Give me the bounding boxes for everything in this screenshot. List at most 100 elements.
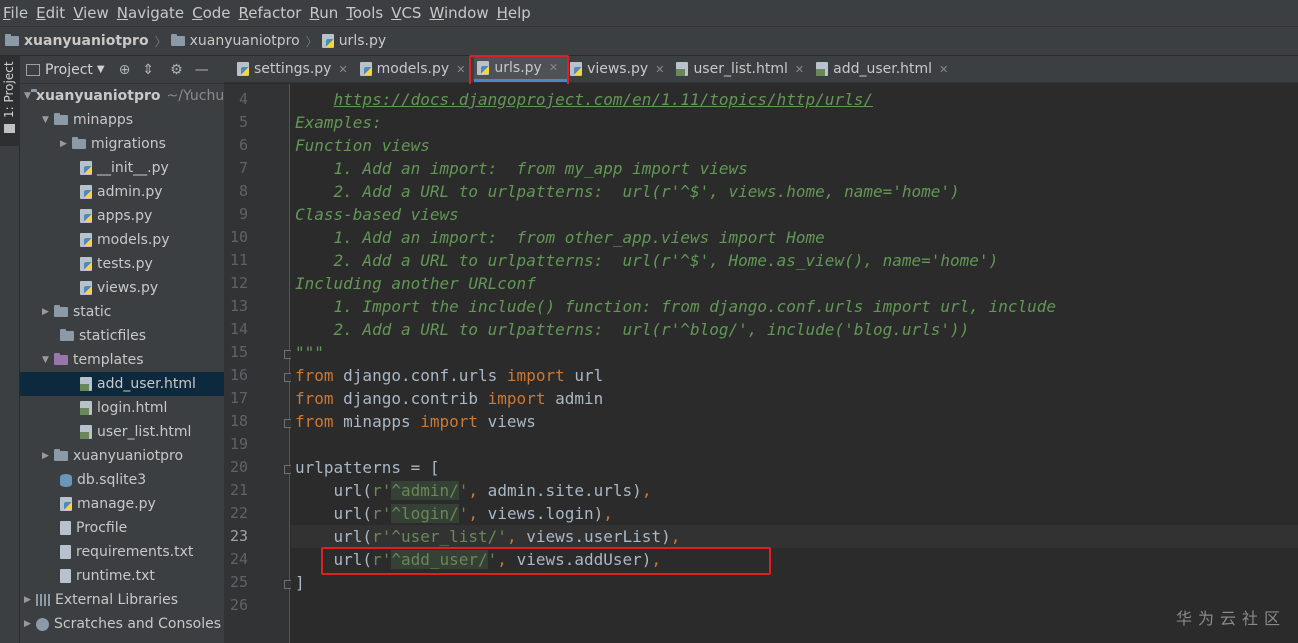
folder-icon bbox=[54, 305, 68, 317]
folder-icon bbox=[54, 449, 68, 461]
menu-refactor[interactable]: Refactor bbox=[236, 4, 307, 22]
close-icon[interactable]: ✕ bbox=[795, 63, 804, 76]
menu-file[interactable]: File bbox=[0, 4, 33, 22]
tree-item-label: requirements.txt bbox=[76, 544, 194, 560]
watermark: 华为云社区 bbox=[1175, 609, 1286, 628]
project-tool-window-button[interactable]: 1: Project bbox=[0, 56, 20, 146]
line-number: 24 bbox=[229, 550, 248, 568]
breadcrumb-file[interactable]: urls.py bbox=[321, 33, 386, 49]
tree-item-procfile[interactable]: Procfile bbox=[20, 516, 224, 540]
project-panel: Project ▼ ⊕ ⇕ ⚙ — ▼ xuanyuaniotpro ~/Yuc… bbox=[20, 56, 224, 643]
tree-item-views-py[interactable]: views.py bbox=[20, 276, 224, 300]
tree-item-migrations[interactable]: ▶ migrations bbox=[20, 132, 224, 156]
tree-item-external-libraries[interactable]: ▶ External Libraries bbox=[20, 588, 224, 612]
tree-item-minapps[interactable]: ▼ minapps bbox=[20, 108, 224, 132]
string-token: r' bbox=[372, 527, 392, 546]
tree-item-scratches[interactable]: ▶ Scratches and Consoles bbox=[20, 612, 224, 636]
tree-item-static[interactable]: ▶ static bbox=[20, 300, 224, 324]
chevron-right-icon[interactable]: ▶ bbox=[24, 595, 36, 605]
tab-label: settings.py bbox=[254, 61, 332, 77]
close-icon[interactable]: ✕ bbox=[549, 61, 558, 74]
tree-item-add-user-html[interactable]: add_user.html bbox=[20, 372, 224, 396]
menu-edit[interactable]: Edit bbox=[33, 4, 70, 22]
tree-item-models-py[interactable]: models.py bbox=[20, 228, 224, 252]
close-icon[interactable]: ✕ bbox=[456, 63, 465, 76]
menu-code[interactable]: Code bbox=[189, 4, 235, 22]
code-line: 1. Add an import: from my_app import vie… bbox=[295, 159, 748, 178]
menu-run[interactable]: Run bbox=[306, 4, 343, 22]
tree-item-templates[interactable]: ▼ templates bbox=[20, 348, 224, 372]
tree-item-xuanyuaniotpro[interactable]: ▶ xuanyuaniotpro bbox=[20, 444, 224, 468]
tree-item-db-sqlite3[interactable]: db.sqlite3 bbox=[20, 468, 224, 492]
tree-item-label: db.sqlite3 bbox=[77, 472, 147, 488]
minimize-icon[interactable]: — bbox=[195, 62, 209, 78]
tree-item-label: runtime.txt bbox=[76, 568, 155, 584]
chevron-right-icon[interactable]: ▶ bbox=[42, 307, 54, 317]
editor-tab-bar: settings.py ✕ models.py ✕ urls.py ✕ view… bbox=[224, 55, 1298, 91]
tab-urls-py[interactable]: urls.py ✕ bbox=[469, 55, 570, 91]
html-file-icon bbox=[816, 62, 829, 76]
doc-link[interactable]: https://docs.djangoproject.com/en/1.11/t… bbox=[334, 90, 873, 109]
tab-settings-py[interactable]: settings.py ✕ bbox=[234, 56, 357, 82]
chevron-down-icon[interactable]: ▼ bbox=[42, 355, 54, 365]
close-icon[interactable]: ✕ bbox=[655, 63, 664, 76]
line-number: 23 bbox=[229, 527, 248, 545]
keyword: from bbox=[295, 412, 334, 431]
tree-item-requirements-txt[interactable]: requirements.txt bbox=[20, 540, 224, 564]
string-token: r' bbox=[372, 504, 392, 523]
editor-gutter[interactable]: 4 5 6 7 8 9 10 11 12 13 14 15 16 17 18 1… bbox=[224, 84, 293, 643]
tree-item-manage-py[interactable]: manage.py bbox=[20, 492, 224, 516]
menu-window[interactable]: Window bbox=[426, 4, 493, 22]
string-token: r' bbox=[372, 481, 392, 500]
close-icon[interactable]: ✕ bbox=[939, 63, 948, 76]
gear-icon[interactable]: ⚙ bbox=[170, 62, 183, 78]
chevron-right-icon[interactable]: ▶ bbox=[24, 619, 36, 629]
library-icon bbox=[36, 594, 50, 606]
tree-item-runtime-txt[interactable]: runtime.txt bbox=[20, 564, 224, 588]
tab-add-user-html[interactable]: add_user.html ✕ bbox=[813, 56, 957, 82]
close-icon[interactable]: ✕ bbox=[338, 63, 347, 76]
breadcrumb-package[interactable]: xuanyuaniotpro 〉 bbox=[170, 33, 322, 50]
project-view-selector[interactable]: Project bbox=[45, 62, 93, 78]
python-file-icon bbox=[80, 209, 92, 223]
tab-views-py[interactable]: views.py ✕ bbox=[567, 56, 673, 82]
menu-navigate[interactable]: Navigate bbox=[114, 4, 189, 22]
locate-icon[interactable]: ⊕ bbox=[119, 62, 131, 78]
code-line: 2. Add a URL to urlpatterns: url(r'^$', … bbox=[295, 251, 999, 270]
regex-token: ^admin/ bbox=[391, 481, 459, 500]
tab-label: models.py bbox=[376, 61, 450, 77]
menu-bar: File Edit View Navigate Code Refactor Ru… bbox=[0, 0, 1298, 26]
tree-item-admin-py[interactable]: admin.py bbox=[20, 180, 224, 204]
folder-icon bbox=[60, 329, 74, 341]
punctuation: , bbox=[468, 481, 479, 500]
chevron-right-icon[interactable]: ▶ bbox=[42, 451, 54, 461]
code-line: urlpatterns = [ bbox=[295, 458, 440, 477]
chevron-down-icon[interactable]: ▼ bbox=[24, 91, 31, 101]
tab-user-list-html[interactable]: user_list.html ✕ bbox=[673, 56, 813, 82]
menu-tools[interactable]: Tools bbox=[343, 4, 388, 22]
chevron-right-icon[interactable]: ▶ bbox=[60, 139, 72, 149]
chevron-down-icon[interactable]: ▼ bbox=[97, 64, 105, 75]
keyword: import bbox=[506, 366, 565, 385]
tree-item-label: Procfile bbox=[76, 520, 128, 536]
tree-item-staticfiles[interactable]: staticfiles bbox=[20, 324, 224, 348]
tree-item-init-py[interactable]: __init__.py bbox=[20, 156, 224, 180]
breadcrumb-project[interactable]: xuanyuaniotpro 〉 bbox=[5, 33, 171, 50]
code-line: from django.conf.urls import url bbox=[295, 364, 603, 387]
menu-vcs[interactable]: VCS bbox=[388, 4, 426, 22]
menu-help[interactable]: Help bbox=[494, 4, 536, 22]
tree-root[interactable]: ▼ xuanyuaniotpro ~/Yuchu bbox=[20, 84, 224, 108]
tree-item-label: External Libraries bbox=[55, 592, 178, 608]
regex-token: ^login/ bbox=[391, 504, 459, 523]
chevron-down-icon[interactable]: ▼ bbox=[42, 115, 54, 125]
chevron-right-icon: 〉 bbox=[154, 34, 167, 49]
tab-models-py[interactable]: models.py ✕ bbox=[357, 56, 475, 82]
tree-item-user-list-html[interactable]: user_list.html bbox=[20, 420, 224, 444]
tree-item-login-html[interactable]: login.html bbox=[20, 396, 224, 420]
code-line-current: url(r'^user_list/', views.userList), bbox=[291, 525, 1298, 548]
tree-item-label: Scratches and Consoles bbox=[54, 616, 221, 632]
menu-view[interactable]: View bbox=[70, 4, 114, 22]
collapse-all-icon[interactable]: ⇕ bbox=[142, 62, 154, 78]
tree-item-apps-py[interactable]: apps.py bbox=[20, 204, 224, 228]
tree-item-tests-py[interactable]: tests.py bbox=[20, 252, 224, 276]
